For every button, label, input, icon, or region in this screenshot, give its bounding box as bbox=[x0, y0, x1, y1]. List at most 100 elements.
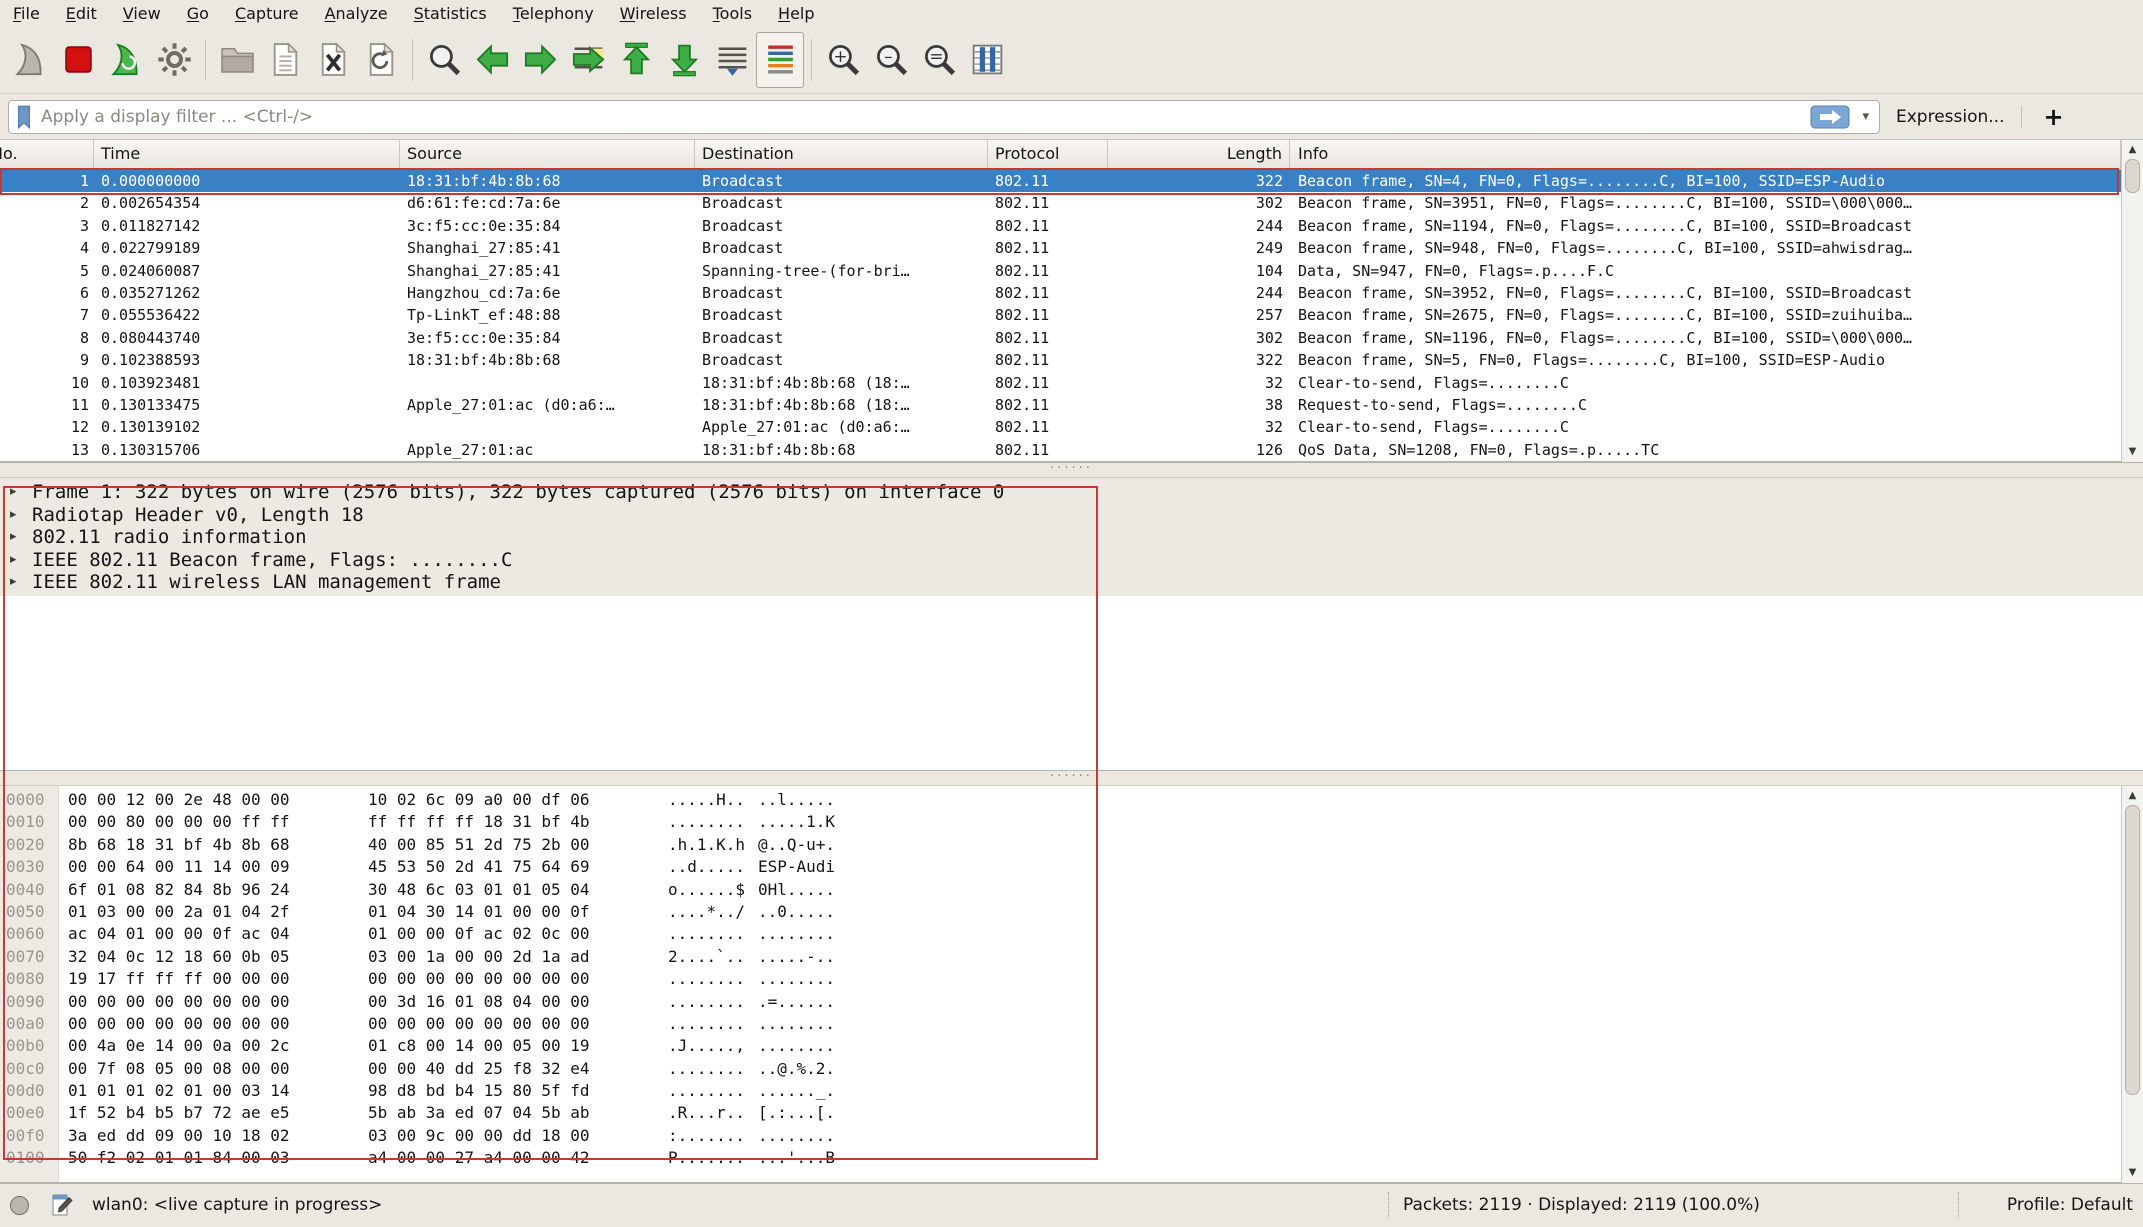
auto-scroll-button[interactable] bbox=[708, 32, 756, 88]
zoom-original-button[interactable]: = bbox=[915, 32, 963, 88]
capture-status-icon[interactable] bbox=[10, 1196, 29, 1215]
stop-capture-button[interactable] bbox=[54, 32, 102, 88]
hex-row[interactable]: 00b000 4a 0e 14 00 0a 00 2c01 c8 00 14 0… bbox=[0, 1035, 2119, 1057]
colorize-button[interactable] bbox=[756, 32, 804, 88]
menu-analyze[interactable]: Analyze bbox=[312, 2, 401, 25]
packet-row[interactable]: 50.024060087Shanghai_27:85:41Spanning-tr… bbox=[0, 260, 2143, 282]
scroll-up-icon[interactable]: ▲ bbox=[2122, 142, 2143, 158]
hex-row[interactable]: 00f03a ed dd 09 00 10 18 0203 00 9c 00 0… bbox=[0, 1125, 2119, 1147]
packet-row[interactable]: 30.0118271423c:f5:cc:0e:35:84Broadcast80… bbox=[0, 215, 2143, 237]
packet-row[interactable]: 120.130139102Apple_27:01:ac (d0:a6:…802.… bbox=[0, 416, 2143, 438]
hex-row[interactable]: 000000 00 12 00 2e 48 00 0010 02 6c 09 a… bbox=[0, 789, 2119, 811]
zoom-in-button[interactable]: + bbox=[819, 32, 867, 88]
hex-row[interactable]: 0060ac 04 01 00 00 0f ac 0401 00 00 0f a… bbox=[0, 923, 2119, 945]
hex-row[interactable]: 008019 17 ff ff ff 00 00 0000 00 00 00 0… bbox=[0, 968, 2119, 990]
packet-list-scrollbar[interactable]: ▲ ▼ bbox=[2121, 140, 2143, 462]
restart-capture-button[interactable] bbox=[102, 32, 150, 88]
menu-tools[interactable]: Tools bbox=[700, 2, 765, 25]
menu-file[interactable]: File bbox=[0, 2, 53, 25]
packet-bytes-scrollbar-thumb[interactable] bbox=[2125, 805, 2140, 1095]
go-first-button[interactable] bbox=[612, 32, 660, 88]
expression-button[interactable]: Expression... bbox=[1896, 107, 2005, 127]
column-header-no[interactable]: No. bbox=[0, 140, 94, 169]
hex-row[interactable]: 005001 03 00 00 2a 01 04 2f01 04 30 14 0… bbox=[0, 901, 2119, 923]
packet-bytes-scrollbar[interactable]: ▲ ▼ bbox=[2121, 786, 2143, 1183]
detail-row[interactable]: ▸802.11 radio information bbox=[0, 526, 2143, 549]
capture-comment-icon[interactable] bbox=[50, 1193, 74, 1219]
go-to-packet-button[interactable] bbox=[564, 32, 612, 88]
go-back-button[interactable] bbox=[468, 32, 516, 88]
save-file-button[interactable] bbox=[261, 32, 309, 88]
main-toolbar: +–= bbox=[0, 26, 2143, 94]
packet-row[interactable]: 130.130315706Apple_27:01:ac18:31:bf:4b:8… bbox=[0, 439, 2143, 461]
menu-go[interactable]: Go bbox=[174, 2, 222, 25]
expand-arrow-icon[interactable]: ▸ bbox=[10, 504, 32, 527]
menu-telephony[interactable]: Telephony bbox=[500, 2, 607, 25]
go-forward-button[interactable] bbox=[516, 32, 564, 88]
hex-row[interactable]: 00406f 01 08 82 84 8b 96 2430 48 6c 03 0… bbox=[0, 879, 2119, 901]
menu-wireless[interactable]: Wireless bbox=[607, 2, 700, 25]
column-header-destination[interactable]: Destination bbox=[695, 140, 988, 169]
column-header-time[interactable]: Time bbox=[94, 140, 400, 169]
hex-row[interactable]: 00208b 68 18 31 bf 4b 8b 6840 00 85 51 2… bbox=[0, 834, 2119, 856]
hex-row[interactable]: 010050 f2 02 01 01 84 00 03a4 00 00 27 a… bbox=[0, 1147, 2119, 1169]
close-file-button[interactable] bbox=[309, 32, 357, 88]
hex-row[interactable]: 007032 04 0c 12 18 60 0b 0503 00 1a 00 0… bbox=[0, 946, 2119, 968]
detail-row[interactable]: ▸Radiotap Header v0, Length 18 bbox=[0, 504, 2143, 527]
scroll-down-icon[interactable]: ▼ bbox=[2122, 444, 2143, 460]
packet-row[interactable]: 10.00000000018:31:bf:4b:8b:68Broadcast80… bbox=[0, 170, 2143, 192]
column-header-info[interactable]: Info bbox=[1290, 140, 2121, 169]
hex-row[interactable]: 003000 00 64 00 11 14 00 0945 53 50 2d 4… bbox=[0, 856, 2119, 878]
packet-row[interactable]: 20.002654354d6:61:fe:cd:7a:6eBroadcast80… bbox=[0, 192, 2143, 214]
status-interface-text: wlan0: <live capture in progress> bbox=[92, 1195, 382, 1215]
scroll-down-icon[interactable]: ▼ bbox=[2122, 1165, 2143, 1181]
packet-row[interactable]: 40.022799189Shanghai_27:85:41Broadcast80… bbox=[0, 237, 2143, 259]
packet-list-scrollbar-thumb[interactable] bbox=[2125, 159, 2140, 193]
column-header-source[interactable]: Source bbox=[400, 140, 695, 169]
column-header-protocol[interactable]: Protocol bbox=[988, 140, 1108, 169]
splitter-list-details[interactable]: ······ bbox=[0, 462, 2143, 478]
start-capture-button[interactable] bbox=[6, 32, 54, 88]
menu-capture[interactable]: Capture bbox=[222, 2, 312, 25]
capture-options-button[interactable] bbox=[150, 32, 198, 88]
filter-apply-button[interactable] bbox=[1810, 105, 1850, 129]
filter-bookmark-icon[interactable] bbox=[15, 105, 33, 129]
hex-row[interactable]: 00a000 00 00 00 00 00 00 0000 00 00 00 0… bbox=[0, 1013, 2119, 1035]
menu-view[interactable]: View bbox=[110, 2, 174, 25]
detail-row[interactable]: ▸IEEE 802.11 Beacon frame, Flags: ......… bbox=[0, 549, 2143, 572]
detail-row[interactable]: ▸IEEE 802.11 wireless LAN management fra… bbox=[0, 571, 2143, 594]
open-file-button[interactable] bbox=[213, 32, 261, 88]
expand-arrow-icon[interactable]: ▸ bbox=[10, 571, 32, 594]
hex-row[interactable]: 00e01f 52 b4 b5 b7 72 ae e55b ab 3a ed 0… bbox=[0, 1102, 2119, 1124]
expand-arrow-icon[interactable]: ▸ bbox=[10, 526, 32, 549]
packet-row[interactable]: 60.035271262Hangzhou_cd:7a:6eBroadcast80… bbox=[0, 282, 2143, 304]
go-last-button[interactable] bbox=[660, 32, 708, 88]
scroll-up-icon[interactable]: ▲ bbox=[2122, 788, 2143, 804]
packet-row[interactable]: 110.130133475Apple_27:01:ac (d0:a6:…18:3… bbox=[0, 394, 2143, 416]
zoom-out-button[interactable]: – bbox=[867, 32, 915, 88]
menu-edit[interactable]: Edit bbox=[53, 2, 110, 25]
column-header-length[interactable]: Length bbox=[1108, 140, 1290, 169]
splitter-details-bytes[interactable]: ······ bbox=[0, 770, 2143, 786]
menu-statistics[interactable]: Statistics bbox=[401, 2, 500, 25]
detail-row[interactable]: ▸Frame 1: 322 bytes on wire (2576 bits),… bbox=[0, 481, 2143, 504]
menu-help[interactable]: Help bbox=[765, 2, 827, 25]
expand-arrow-icon[interactable]: ▸ bbox=[10, 481, 32, 504]
filter-apply-dropdown-icon[interactable]: ▾ bbox=[1858, 109, 1873, 124]
hex-row[interactable]: 009000 00 00 00 00 00 00 0000 3d 16 01 0… bbox=[0, 991, 2119, 1013]
filter-add-button[interactable]: + bbox=[2038, 103, 2078, 131]
status-profile[interactable]: Profile: Default bbox=[2007, 1195, 2133, 1215]
reload-file-button[interactable] bbox=[357, 32, 405, 88]
packet-row[interactable]: 90.10238859318:31:bf:4b:8b:68Broadcast80… bbox=[0, 349, 2143, 371]
svg-text:=: = bbox=[929, 46, 943, 66]
hex-row[interactable]: 00c000 7f 08 05 00 08 00 0000 00 40 dd 2… bbox=[0, 1058, 2119, 1080]
resize-columns-button[interactable] bbox=[963, 32, 1011, 88]
find-packet-button[interactable] bbox=[420, 32, 468, 88]
display-filter-input[interactable]: Apply a display filter ... <Ctrl-/> ▾ bbox=[8, 100, 1880, 134]
packet-row[interactable]: 70.055536422Tp-LinkT_ef:48:88Broadcast80… bbox=[0, 304, 2143, 326]
hex-row[interactable]: 001000 00 80 00 00 00 ff ffff ff ff ff 1… bbox=[0, 811, 2119, 833]
expand-arrow-icon[interactable]: ▸ bbox=[10, 549, 32, 572]
hex-row[interactable]: 00d001 01 01 02 01 00 03 1498 d8 bd b4 1… bbox=[0, 1080, 2119, 1102]
packet-row[interactable]: 100.10392348118:31:bf:4b:8b:68 (18:…802.… bbox=[0, 372, 2143, 394]
packet-row[interactable]: 80.0804437403e:f5:cc:0e:35:84Broadcast80… bbox=[0, 327, 2143, 349]
